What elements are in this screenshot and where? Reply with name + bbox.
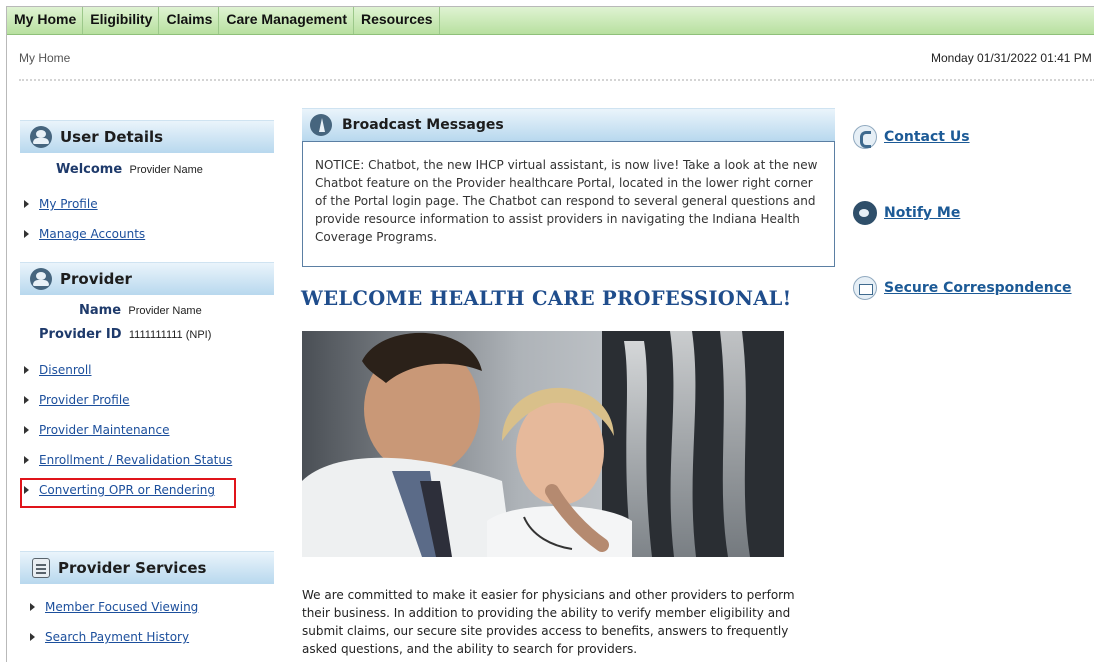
welcome-row: Welcome Provider Name	[56, 162, 203, 177]
welcome-heading: WELCOME HEALTH CARE PROFESSIONAL!	[301, 287, 792, 310]
arrow-right-icon	[24, 456, 29, 464]
my-profile-label: My Profile	[39, 197, 98, 211]
provider-services-header: Provider Services	[20, 551, 274, 584]
portal-frame: My Home Eligibility Claims Care Manageme…	[6, 6, 1094, 662]
envelope-icon	[853, 276, 877, 300]
current-datetime: Monday 01/31/2022 01:41 PM	[931, 51, 1092, 65]
disenroll-label: Disenroll	[39, 363, 92, 377]
tab-resources[interactable]: Resources	[354, 7, 440, 34]
tab-eligibility[interactable]: Eligibility	[83, 7, 160, 34]
contact-us-link[interactable]: Contact Us	[853, 125, 970, 149]
user-details-header: User Details	[20, 120, 274, 153]
arrow-right-icon	[24, 200, 29, 208]
arrow-right-icon	[24, 230, 29, 238]
notify-icon	[853, 201, 877, 225]
tab-claims[interactable]: Claims	[159, 7, 220, 34]
document-icon	[32, 558, 50, 578]
users-icon	[30, 268, 52, 290]
header-bar: My Home Monday 01/31/2022 01:41 PM	[7, 47, 1094, 73]
enrollment-revalidation-link[interactable]: Enrollment / Revalidation Status	[24, 453, 232, 467]
disenroll-link[interactable]: Disenroll	[24, 363, 92, 377]
highlight-box	[20, 478, 236, 508]
provider-id-value: 1111111111 (NPI)	[128, 329, 212, 341]
arrow-right-icon	[30, 603, 35, 611]
dotted-divider	[19, 79, 1094, 81]
secure-correspondence-label: Secure Correspondence	[884, 280, 1072, 296]
member-focused-viewing-link[interactable]: Member Focused Viewing	[30, 600, 198, 614]
contact-us-label: Contact Us	[884, 129, 970, 145]
provider-services-title: Provider Services	[58, 559, 207, 577]
phone-icon	[853, 125, 877, 149]
arrow-right-icon	[30, 633, 35, 641]
intro-paragraph: We are committed to make it easier for p…	[302, 588, 795, 656]
doctors-xray-illustration	[302, 331, 784, 557]
broadcast-message: NOTICE: Chatbot, the new IHCP virtual as…	[302, 141, 835, 267]
broadcast-header: Broadcast Messages	[302, 108, 835, 141]
provider-title: Provider	[60, 270, 132, 288]
provider-name-value: Provider Name	[128, 305, 202, 317]
arrow-right-icon	[24, 426, 29, 434]
tab-my-home[interactable]: My Home	[7, 7, 84, 34]
broadcast-icon	[310, 114, 332, 136]
tab-care-management[interactable]: Care Management	[219, 7, 354, 34]
provider-id-row: Provider ID 1111111111 (NPI)	[39, 327, 211, 342]
arrow-right-icon	[24, 366, 29, 374]
manage-accounts-link[interactable]: Manage Accounts	[24, 227, 145, 241]
search-payment-history-label: Search Payment History	[45, 630, 190, 644]
users-icon	[30, 126, 52, 148]
provider-maintenance-link[interactable]: Provider Maintenance	[24, 423, 170, 437]
breadcrumb: My Home	[19, 51, 71, 65]
provider-maintenance-label: Provider Maintenance	[39, 423, 170, 437]
provider-id-label: Provider ID	[39, 327, 122, 342]
welcome-label: Welcome	[56, 162, 123, 177]
secure-correspondence-link[interactable]: Secure Correspondence	[853, 276, 1072, 300]
welcome-value: Provider Name	[129, 164, 203, 176]
user-details-title: User Details	[60, 128, 164, 146]
provider-profile-link[interactable]: Provider Profile	[24, 393, 130, 407]
doctors-xray-photo	[302, 331, 784, 557]
provider-profile-label: Provider Profile	[39, 393, 130, 407]
notify-me-link[interactable]: Notify Me	[853, 201, 960, 225]
member-focused-viewing-label: Member Focused Viewing	[45, 600, 199, 614]
provider-name-row: Name Provider Name	[79, 303, 202, 318]
my-profile-link[interactable]: My Profile	[24, 197, 98, 211]
notify-me-label: Notify Me	[884, 205, 961, 221]
top-nav: My Home Eligibility Claims Care Manageme…	[7, 7, 1094, 35]
enrollment-revalidation-label: Enrollment / Revalidation Status	[39, 453, 233, 467]
provider-name-label: Name	[79, 303, 122, 318]
search-payment-history-link[interactable]: Search Payment History	[30, 630, 189, 644]
provider-header: Provider	[20, 262, 274, 295]
manage-accounts-label: Manage Accounts	[39, 227, 146, 241]
broadcast-title: Broadcast Messages	[342, 117, 504, 133]
arrow-right-icon	[24, 396, 29, 404]
